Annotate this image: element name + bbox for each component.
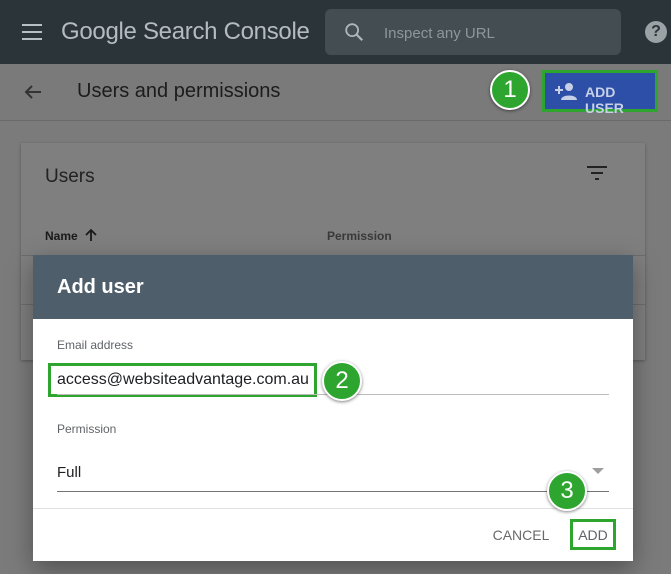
app-logo[interactable]: Google Search Console [61,18,310,46]
app-bar: Google Search Console ? [0,0,671,64]
users-card-title: Users [45,166,95,187]
search-icon [345,23,364,42]
dialog-header: Add user [33,255,633,319]
search-input[interactable] [382,9,611,57]
add-user-label: ADD USER [585,84,624,116]
search-box[interactable] [325,9,621,57]
dialog-title: Add user [57,276,144,298]
step-badge-1: 1 [490,70,530,110]
add-button[interactable]: ADD [570,519,616,550]
page-title: Users and permissions [77,80,281,102]
dropdown-arrow-icon[interactable] [592,468,604,474]
step-badge-3: 3 [547,471,587,511]
person-add-icon [555,83,577,100]
dialog-footer-divider [33,508,633,509]
permission-label: Permission [57,422,117,436]
email-field[interactable]: access@websiteadvantage.com.au [57,371,309,389]
column-header-name[interactable]: Name [45,229,78,243]
step-badge-2: 2 [322,361,362,401]
filter-icon[interactable] [587,165,607,181]
permission-underline [57,491,609,492]
cancel-button[interactable]: CANCEL [481,523,561,547]
menu-icon[interactable] [22,24,42,40]
help-icon[interactable]: ? [645,21,667,43]
sort-arrow-up-icon[interactable] [85,228,97,242]
email-label: Email address [57,338,134,352]
column-header-permission[interactable]: Permission [327,229,392,243]
back-arrow-icon[interactable] [23,82,43,102]
add-user-dialog: Add user Email address access@websiteadv… [33,255,633,561]
add-user-button[interactable]: ADD USER [542,70,658,116]
permission-select[interactable]: Full [57,464,81,481]
